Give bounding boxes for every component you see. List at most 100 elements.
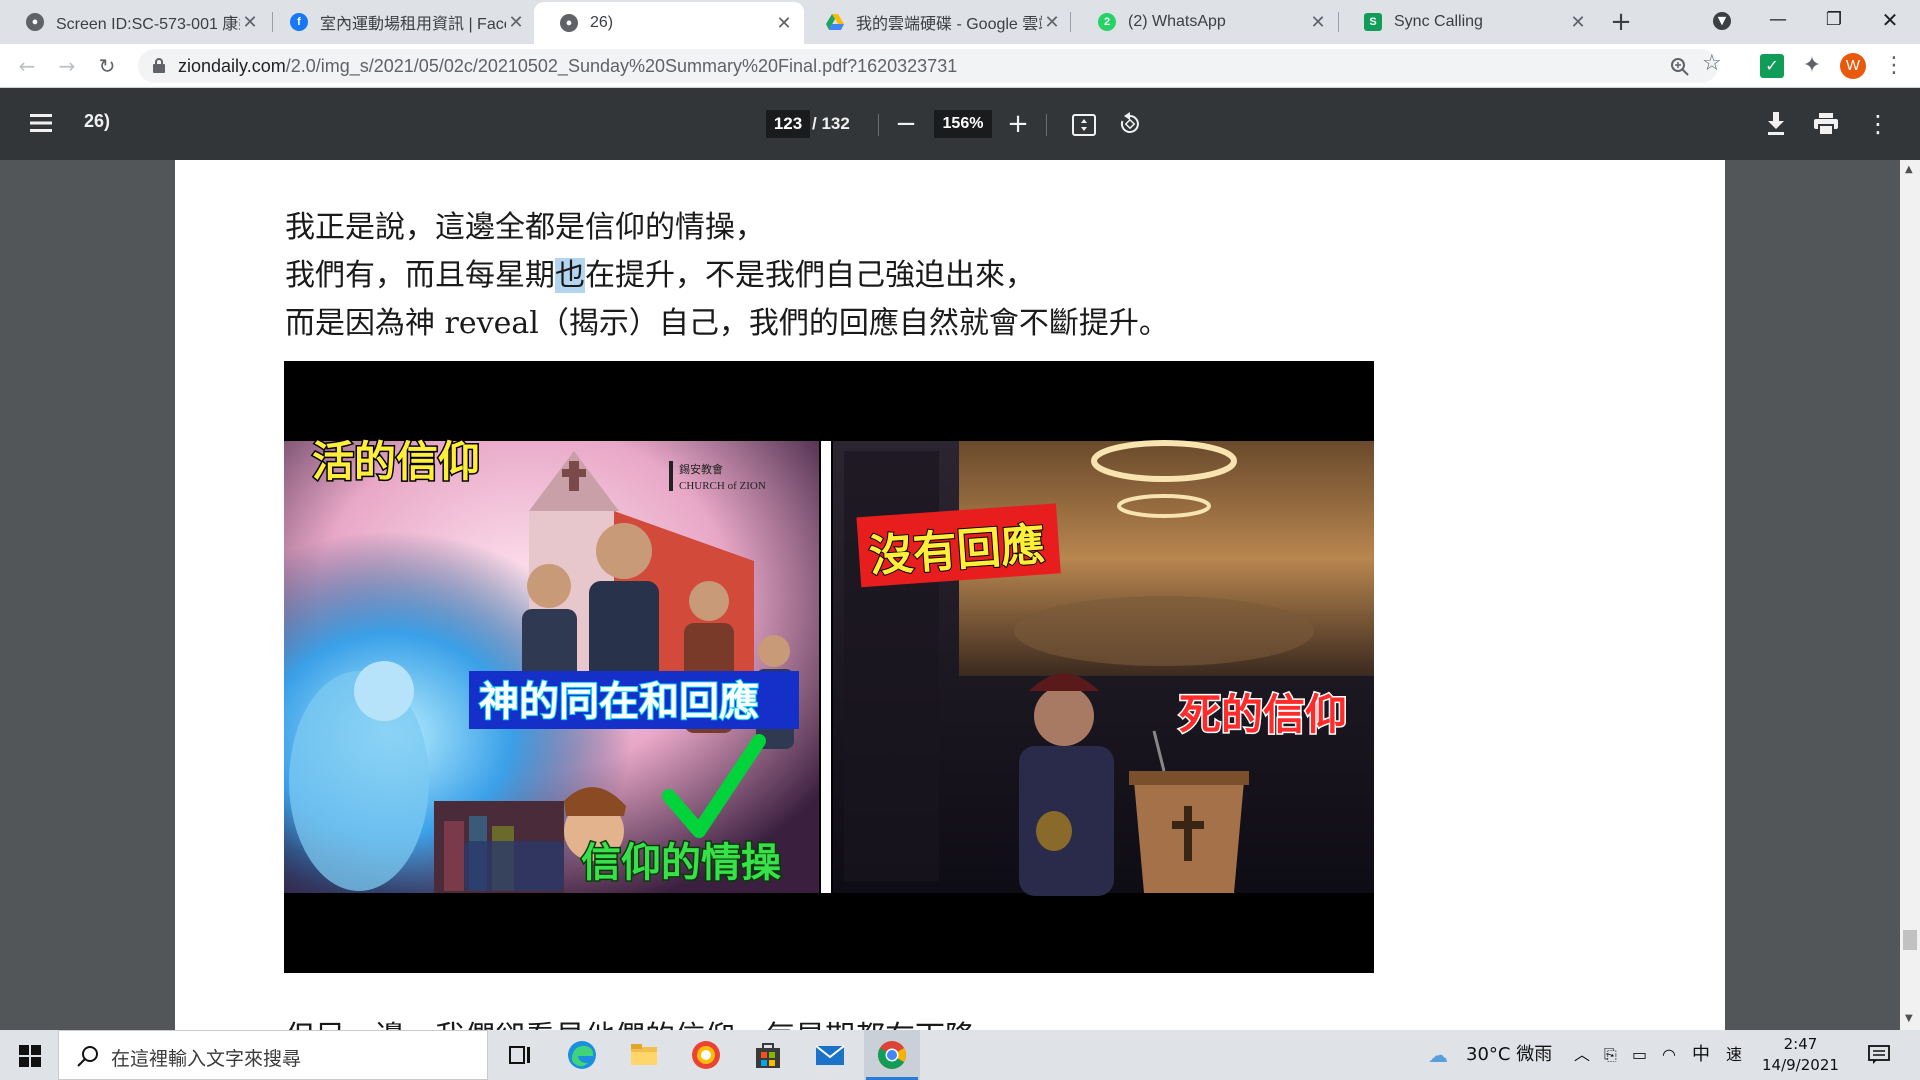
church-logo-en: CHURCH of ZION	[679, 480, 766, 492]
close-icon[interactable]: ✕	[774, 13, 794, 34]
pdf-title: 26)	[84, 111, 111, 131]
url-text: ziondaily.com/2.0/img_s/2021/05/02c/2021…	[178, 56, 957, 77]
notification-icon[interactable]	[1868, 1045, 1890, 1065]
close-icon[interactable]: ✕	[1568, 12, 1588, 33]
mail-icon[interactable]	[814, 1039, 846, 1071]
tab-separator	[1070, 12, 1071, 32]
whatsapp-icon: 2	[1098, 13, 1116, 31]
taskbar-search-box[interactable]: 在這裡輸入文字來搜尋	[58, 1030, 488, 1080]
church-logo-cn: 錫安教會	[679, 462, 723, 476]
new-tab-button[interactable]: +	[1606, 8, 1636, 38]
tab-whatsapp[interactable]: 2 (2) WhatsApp ✕	[1072, 0, 1338, 44]
tab-title: (2) WhatsApp	[1128, 13, 1226, 30]
zoom-level-input[interactable]: 156%	[934, 110, 992, 138]
chevron-down-icon: ▼	[1713, 12, 1731, 30]
menu-icon[interactable]	[30, 114, 52, 132]
scrollbar-thumb[interactable]	[1903, 930, 1917, 950]
search-icon	[77, 1046, 98, 1067]
url-path: /2.0/img_s/2021/05/02c/20210502_Sunday%2…	[285, 56, 958, 76]
search-placeholder: 在這裡輸入文字來搜尋	[111, 1048, 302, 1070]
paragraph-line: 而是因為神 reveal（揭示）自己，我們的回應自然就會不斷提升。	[285, 306, 1169, 341]
close-icon[interactable]: ✕	[240, 12, 260, 33]
chrome-menu-icon[interactable]: ⋮	[1882, 54, 1906, 78]
presence-response-label: 神的同在和回應	[479, 679, 759, 725]
windows-taskbar: 在這裡輸入文字來搜尋 ☁ 30°C 微雨 ︿ ⎘ ▭ ◠ 中 速 2:47 14…	[0, 1030, 1920, 1080]
ime-language[interactable]: 中	[1692, 1030, 1710, 1080]
more-options-icon[interactable]: ⋮	[1862, 108, 1894, 140]
illustration-graphic: 錫安教會 CHURCH of ZION 活的信仰 神的同在和回應 信仰的情操 沒…	[284, 436, 1374, 896]
pdf-toolbar: 26) 123 / 132 − 156% + ⋮	[0, 88, 1920, 160]
pdf-viewer[interactable]: 我正是說，這邊全都是信仰的情操， 我們有，而且每星期也在提升，不是我們自己強迫出…	[0, 160, 1920, 1030]
task-view-icon[interactable]	[504, 1039, 536, 1071]
tab-title: Screen ID:SC-573-001 康樂	[56, 16, 240, 33]
toolbar-divider	[1046, 114, 1047, 136]
text-span: 我們有，而且每星期	[285, 258, 555, 293]
chrome-icon[interactable]	[876, 1039, 908, 1071]
facebook-icon: f	[290, 13, 308, 31]
download-icon[interactable]	[1766, 112, 1786, 136]
globe-icon: ●	[26, 13, 44, 31]
living-faith-label: 活的信仰	[312, 437, 480, 486]
close-window-button[interactable]: ✕	[1862, 0, 1918, 40]
system-clock[interactable]: 2:47 14/9/2021	[1762, 1034, 1839, 1076]
sync-calling-icon: S	[1364, 13, 1382, 31]
forward-button[interactable]: →	[52, 51, 82, 81]
tab-sync-calling[interactable]: S Sync Calling ✕	[1338, 0, 1598, 44]
google-drive-icon	[826, 13, 844, 31]
faith-sentiment-label: 信仰的情操	[581, 840, 781, 886]
vertical-scrollbar[interactable]: ▲ ▼	[1900, 160, 1920, 1030]
ime-mode[interactable]: 速	[1726, 1030, 1742, 1080]
restore-button[interactable]: ❐	[1806, 0, 1862, 40]
file-explorer-icon[interactable]	[628, 1039, 660, 1071]
wifi-icon[interactable]: ◠	[1662, 1030, 1676, 1080]
paragraph-line: 我正是說，這邊全都是信仰的情操，	[285, 210, 765, 245]
device-icon[interactable]: ⎘	[1604, 1030, 1617, 1080]
minimize-button[interactable]: —	[1750, 0, 1806, 40]
paragraph-line: 我們有，而且每星期也在提升，不是我們自己強迫出來，	[285, 250, 1035, 294]
tab-facebook[interactable]: f 室內運動場租用資訊 | Facebo ✕	[264, 0, 536, 44]
profile-avatar[interactable]: W	[1840, 53, 1866, 79]
tab-pdf-active[interactable]: ● 26) ✕	[534, 2, 804, 44]
lock-icon[interactable]	[152, 57, 166, 73]
chevron-up-icon[interactable]: ︿	[1574, 1030, 1590, 1080]
tab-screen-id[interactable]: ● Screen ID:SC-573-001 康樂 ✕	[0, 0, 270, 44]
close-icon[interactable]: ✕	[506, 12, 526, 33]
url-host: ziondaily.com	[178, 56, 286, 76]
toolbar-divider	[878, 114, 879, 136]
puzzle-extensions-icon[interactable]: ✦	[1800, 54, 1824, 78]
zoom-icon[interactable]	[1670, 57, 1690, 77]
dead-faith-label: 死的信仰	[1179, 690, 1347, 739]
weather-text[interactable]: 30°C 微雨	[1466, 1030, 1552, 1080]
clock-date: 14/9/2021	[1762, 1056, 1839, 1074]
battery-icon[interactable]: ▭	[1632, 1030, 1647, 1080]
zoom-in-button[interactable]: +	[1002, 108, 1034, 140]
tab-title: Sync Calling	[1394, 13, 1483, 30]
microsoft-store-icon[interactable]	[752, 1039, 784, 1071]
star-icon[interactable]: ☆	[1702, 51, 1722, 76]
clock-time: 2:47	[1783, 1035, 1818, 1053]
back-button[interactable]: ←	[12, 51, 42, 81]
close-icon[interactable]: ✕	[1308, 12, 1328, 33]
windows-start-icon[interactable]	[19, 1045, 41, 1067]
print-icon[interactable]	[1814, 113, 1838, 135]
rotate-icon[interactable]	[1118, 112, 1142, 136]
fit-page-icon[interactable]	[1072, 114, 1096, 136]
tab-google-drive[interactable]: 我的雲端硬碟 - Google 雲端 ✕	[800, 0, 1072, 44]
pdf-page: 我正是說，這邊全都是信仰的情操， 我們有，而且每星期也在提升，不是我們自己強迫出…	[175, 160, 1725, 1030]
tab-search-button[interactable]: ▼	[1694, 0, 1750, 40]
selected-text: 也	[555, 258, 585, 293]
sermon-illustration: 錫安教會 CHURCH of ZION 活的信仰 神的同在和回應 信仰的情操 沒…	[284, 361, 1374, 973]
checkmark-extension-icon[interactable]: ✓	[1760, 54, 1784, 78]
app-launcher-icon[interactable]	[690, 1039, 722, 1071]
address-bar[interactable]: ziondaily.com/2.0/img_s/2021/05/02c/2021…	[138, 49, 1722, 83]
page-number-input[interactable]: 123	[766, 110, 810, 138]
scroll-up-arrow[interactable]: ▲	[1905, 164, 1913, 175]
zoom-out-button[interactable]: −	[890, 108, 922, 140]
browser-toolbar: ← → ↻ ziondaily.com/2.0/img_s/2021/05/02…	[0, 44, 1920, 88]
weather-icon[interactable]: ☁	[1428, 1030, 1448, 1080]
reload-button[interactable]: ↻	[92, 51, 122, 81]
scroll-down-arrow[interactable]: ▼	[1905, 1013, 1913, 1024]
edge-browser-icon[interactable]	[566, 1039, 598, 1071]
tab-title: 我的雲端硬碟 - Google 雲端	[856, 16, 1042, 33]
close-icon[interactable]: ✕	[1042, 12, 1062, 33]
